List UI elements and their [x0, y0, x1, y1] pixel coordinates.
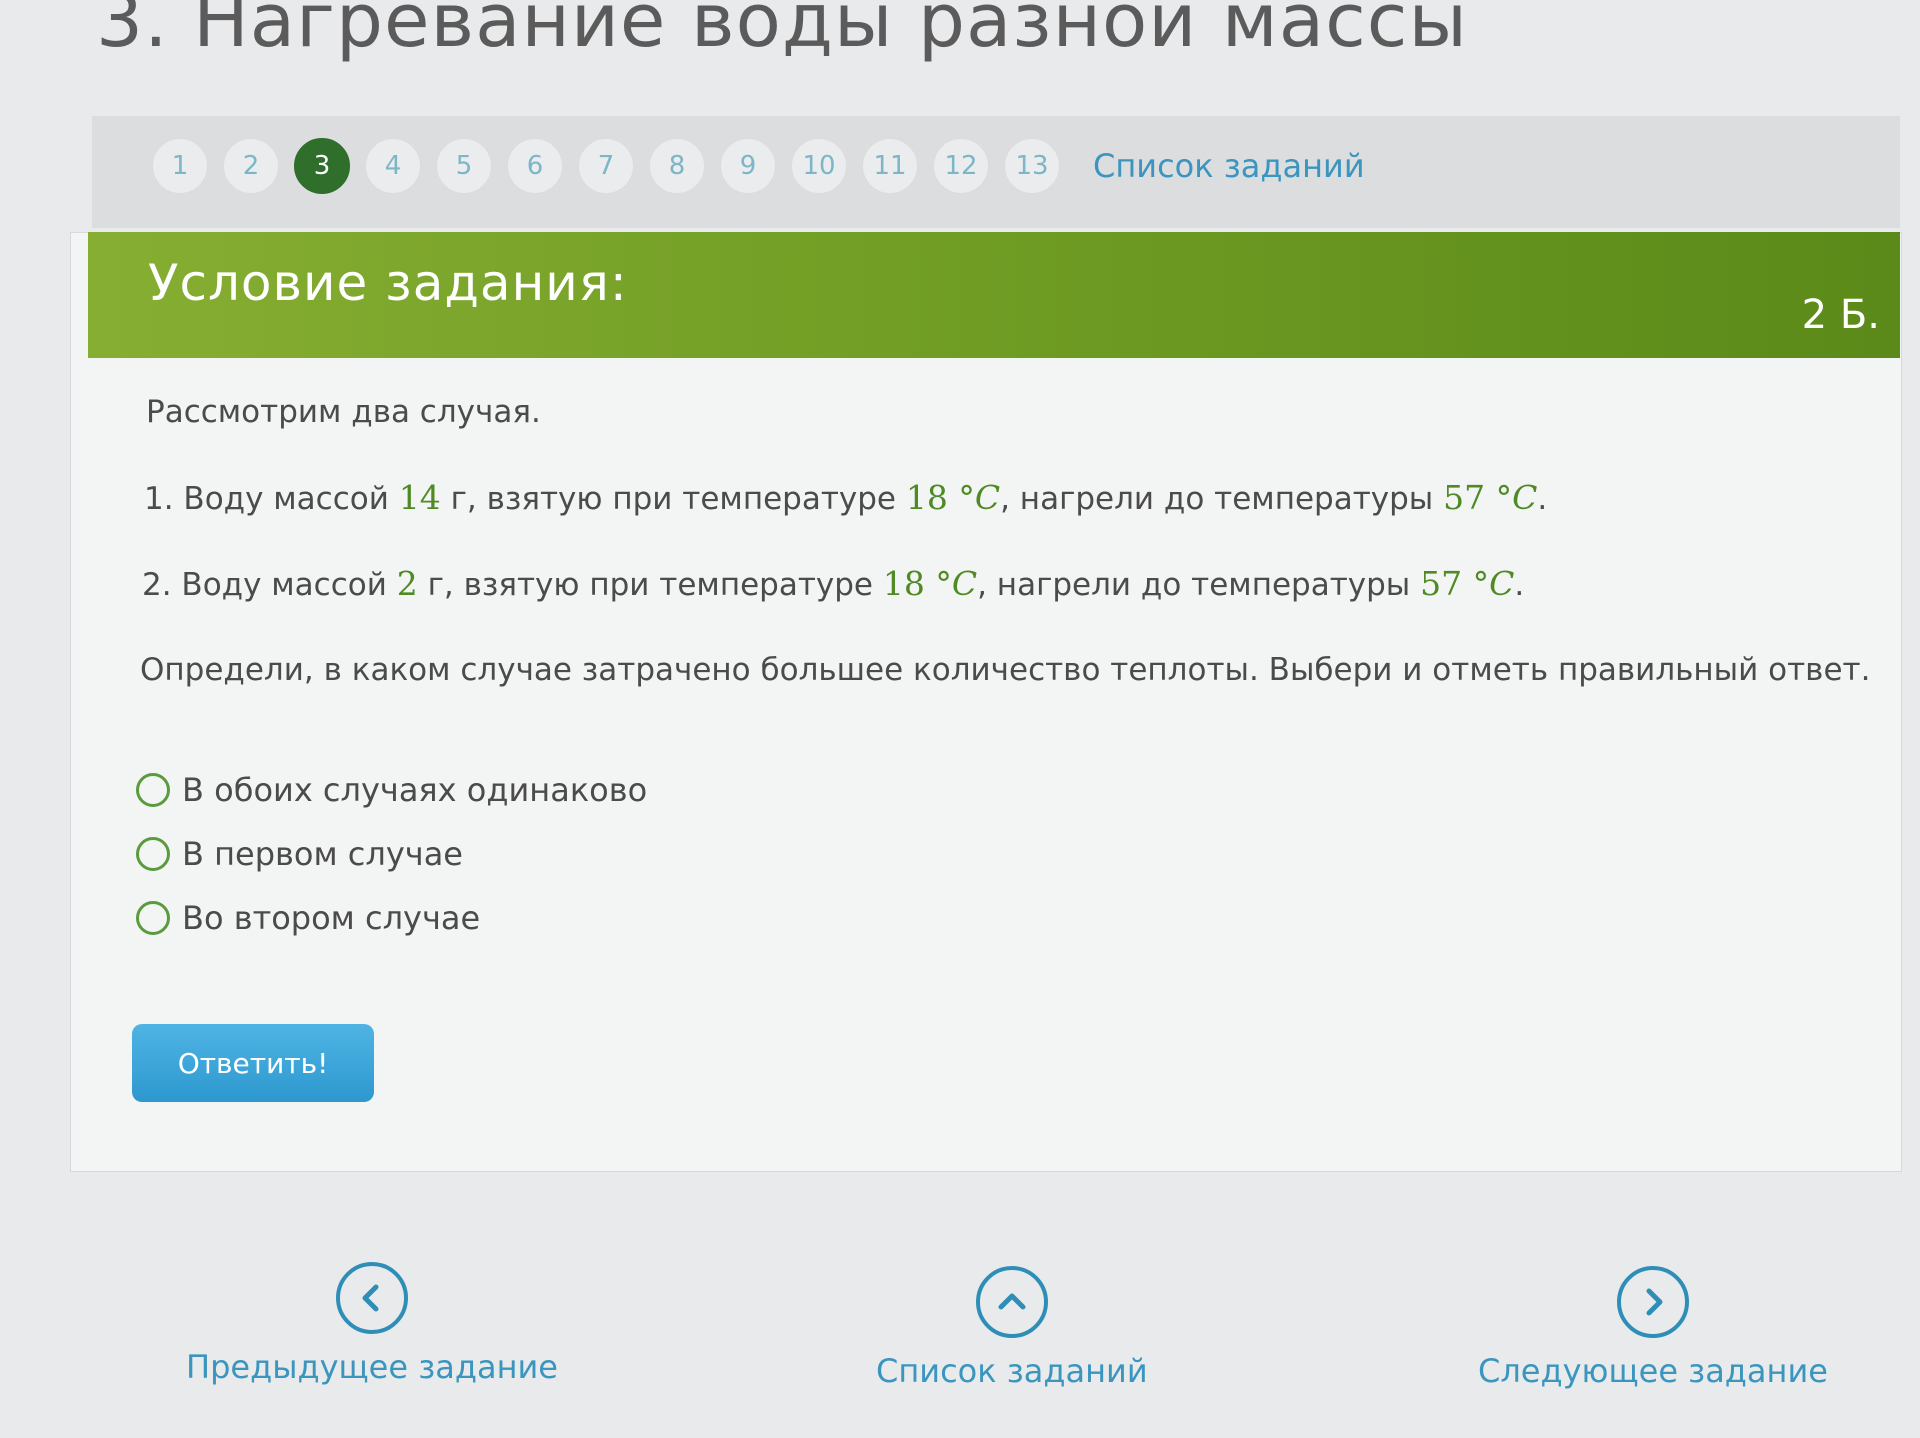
radio-button[interactable]: [136, 901, 170, 935]
case-2-mass: 2: [396, 564, 418, 603]
page-number-11[interactable]: 11: [862, 138, 918, 194]
task-list-link[interactable]: Список заданий: [1093, 147, 1365, 185]
case-1-mass: 14: [398, 478, 441, 517]
answer-option-second-case[interactable]: Во втором случае: [136, 886, 647, 950]
page-number-1[interactable]: 1: [152, 138, 208, 194]
case-2-text: 2. Воду массой 2 г, взятую при температу…: [142, 564, 1524, 603]
page-number-13[interactable]: 13: [1004, 138, 1060, 194]
case-2-start-unit: °C: [924, 564, 978, 603]
answer-option-label: Во втором случае: [182, 899, 481, 937]
chevron-up-icon[interactable]: [975, 1266, 1048, 1338]
case-1-text: 1. Воду массой 14 г, взятую при температ…: [144, 478, 1547, 517]
page-title: 3. Нагревание воды разной массы: [96, 0, 1468, 64]
answer-option-label: В обоих случаях одинаково: [182, 771, 648, 809]
chevron-right-icon[interactable]: [1616, 1266, 1689, 1338]
page-number-9[interactable]: 9: [720, 138, 776, 194]
case-1-end-unit: °C: [1485, 478, 1538, 517]
answer-option-both-equal[interactable]: В обоих случаях одинаково: [136, 758, 647, 822]
case-1-start-temp: 18: [905, 478, 948, 517]
case-2-start-temp: 18: [882, 564, 925, 603]
case-1-start-unit: °C: [947, 478, 1001, 517]
case-2-mid1: г, взятую при температуре: [417, 567, 883, 603]
page-number-2[interactable]: 2: [223, 138, 279, 194]
task-question: Определи, в каком случае затрачено больш…: [140, 652, 1871, 688]
task-list-nav[interactable]: Список заданий: [876, 1266, 1148, 1390]
page-number-4[interactable]: 4: [365, 138, 421, 194]
radio-button[interactable]: [136, 773, 170, 807]
radio-button[interactable]: [136, 837, 170, 871]
answer-option-label: В первом случае: [182, 835, 463, 873]
submit-answer-button[interactable]: Ответить!: [132, 1024, 374, 1102]
chevron-left-icon[interactable]: [335, 1262, 408, 1334]
previous-task-nav[interactable]: Предыдущее задание: [186, 1262, 558, 1386]
task-intro: Рассмотрим два случая.: [146, 394, 541, 430]
case-2-mid2: , нагрели до температуры: [977, 567, 1421, 603]
task-pager: 1 2 3 4 5 6 7 8 9 10 11 12 13 Список зад…: [152, 136, 1365, 196]
task-points: 2 Б.: [1801, 292, 1880, 338]
case-1-prefix: 1. Воду массой: [144, 481, 399, 517]
case-2-end-unit: °C: [1462, 564, 1515, 603]
previous-task-label[interactable]: Предыдущее задание: [186, 1348, 558, 1386]
case-2-end: .: [1514, 567, 1525, 603]
case-1-end: .: [1537, 481, 1548, 517]
answer-option-first-case[interactable]: В первом случае: [136, 822, 647, 886]
case-1-mid1: г, взятую при температуре: [440, 481, 906, 517]
page-number-5[interactable]: 5: [436, 138, 492, 194]
next-task-label[interactable]: Следующее задание: [1478, 1352, 1828, 1390]
answer-options: В обоих случаях одинаково В первом случа…: [136, 758, 647, 950]
task-header-title: Условие задания:: [148, 254, 628, 312]
case-1-end-temp: 57: [1443, 478, 1486, 517]
page-number-8[interactable]: 8: [649, 138, 705, 194]
next-task-nav[interactable]: Следующее задание: [1478, 1266, 1828, 1390]
page-number-10[interactable]: 10: [791, 138, 847, 194]
case-2-prefix: 2. Воду массой: [142, 567, 397, 603]
case-2-end-temp: 57: [1420, 564, 1463, 603]
page-number-7[interactable]: 7: [578, 138, 634, 194]
case-1-mid2: , нагрели до температуры: [1000, 481, 1444, 517]
task-list-label[interactable]: Список заданий: [876, 1352, 1148, 1390]
page-number-12[interactable]: 12: [933, 138, 989, 194]
page-number-6[interactable]: 6: [507, 138, 563, 194]
page-number-3-active[interactable]: 3: [294, 138, 350, 194]
